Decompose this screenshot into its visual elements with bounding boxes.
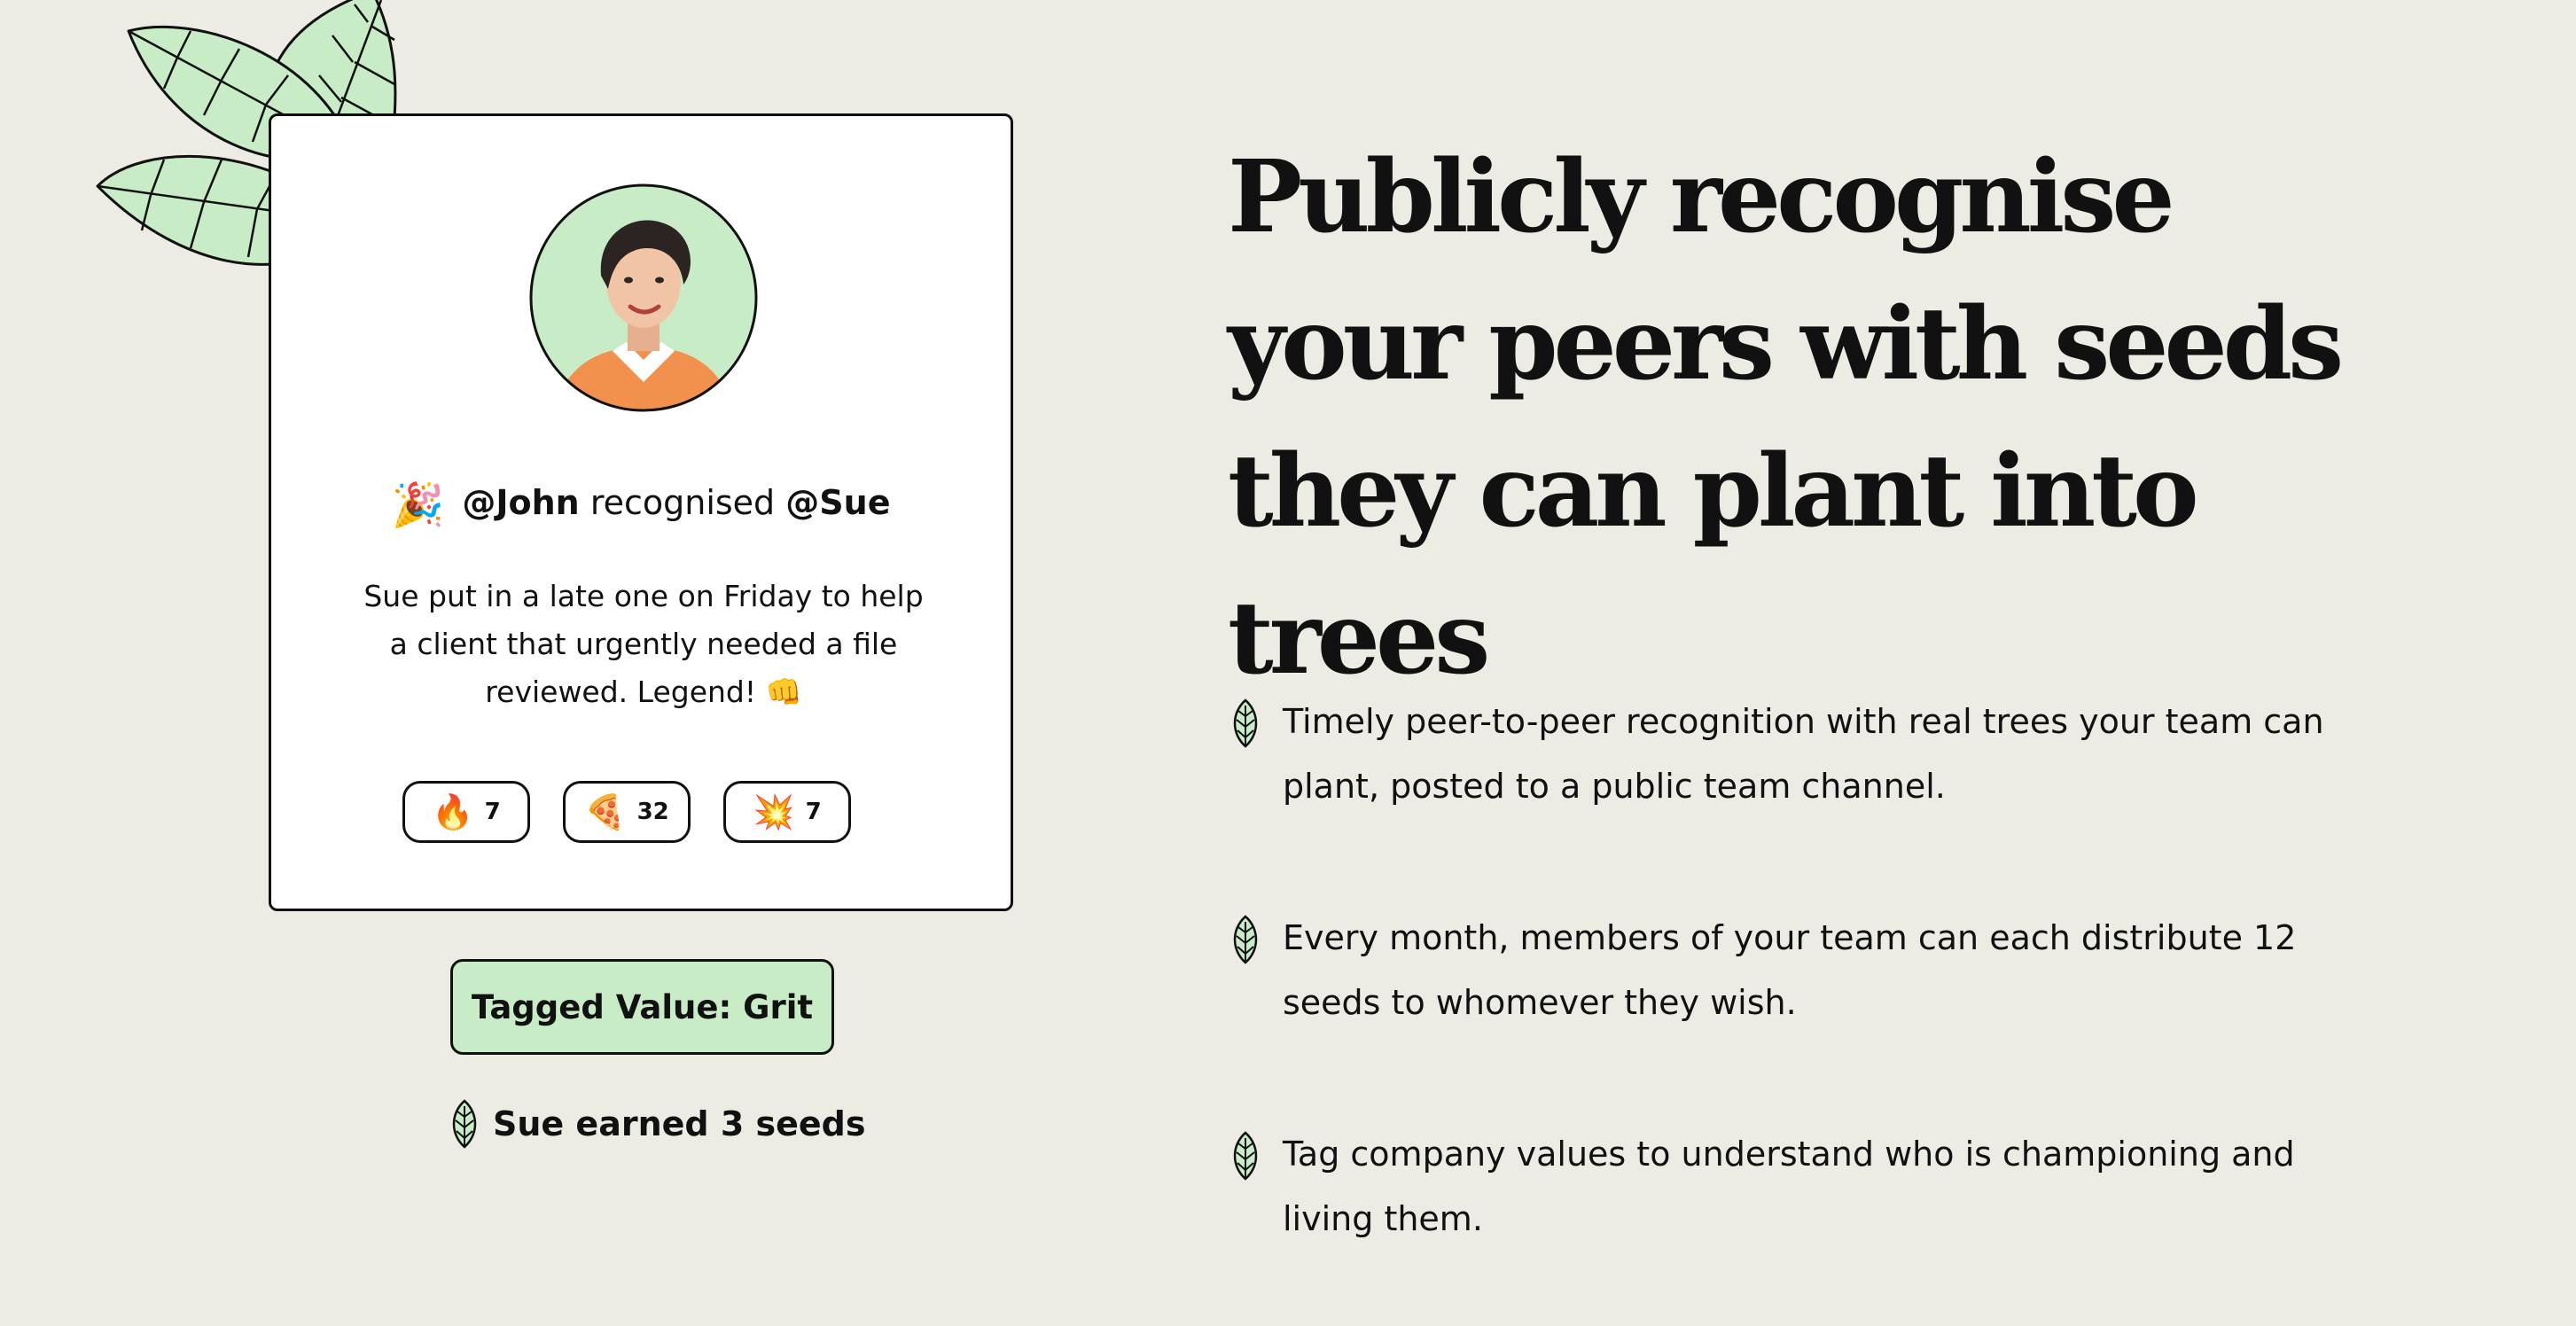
avatar xyxy=(529,183,758,412)
giver-mention[interactable]: @John xyxy=(462,483,579,522)
leaf-icon xyxy=(1233,915,1258,964)
collision-icon: 💥 xyxy=(753,792,795,831)
feature-item: Tag company values to understand who is … xyxy=(1228,1122,2346,1252)
fire-icon: 🔥 xyxy=(432,792,474,831)
party-popper-icon: 🎉 xyxy=(391,480,445,530)
pizza-icon: 🍕 xyxy=(584,792,627,831)
reaction-fire-button[interactable]: 🔥 7 xyxy=(402,781,530,843)
recognition-card: 🎉 @John recognised @Sue Sue put in a lat… xyxy=(269,113,1013,911)
tagged-value-button[interactable]: Tagged Value: Grit xyxy=(450,959,834,1055)
feature-item: Timely peer-to-peer recognition with rea… xyxy=(1228,690,2346,819)
receiver-mention[interactable]: @Sue xyxy=(785,483,890,522)
reaction-collision-button[interactable]: 💥 7 xyxy=(723,781,851,843)
reaction-count: 7 xyxy=(805,799,822,825)
feature-text: Every month, members of your team can ea… xyxy=(1283,918,2297,1022)
leaf-icon xyxy=(1233,698,1258,748)
reaction-pizza-button[interactable]: 🍕 32 xyxy=(563,781,691,843)
feature-text: Tag company values to understand who is … xyxy=(1283,1135,2295,1238)
feature-item: Every month, members of your team can ea… xyxy=(1228,906,2346,1035)
seeds-earned: Sue earned 3 seeds xyxy=(449,1099,866,1149)
seeds-earned-text: Sue earned 3 seeds xyxy=(493,1104,866,1143)
recognition-message: Sue put in a late one on Friday to help … xyxy=(363,579,924,709)
leaf-icon xyxy=(1233,1131,1258,1181)
recognition-headline: 🎉 @John recognised @Sue xyxy=(271,480,1011,530)
reaction-count: 7 xyxy=(484,799,501,825)
recognised-verb: recognised xyxy=(589,483,776,522)
reaction-count: 32 xyxy=(636,799,669,825)
reaction-list: 🔥 7 🍕 32 💥 7 xyxy=(402,781,851,843)
feature-text: Timely peer-to-peer recognition with rea… xyxy=(1283,702,2324,806)
page-headline: Publicly recognise your peers with seeds… xyxy=(1228,139,2344,697)
leaf-icon xyxy=(452,1099,477,1149)
